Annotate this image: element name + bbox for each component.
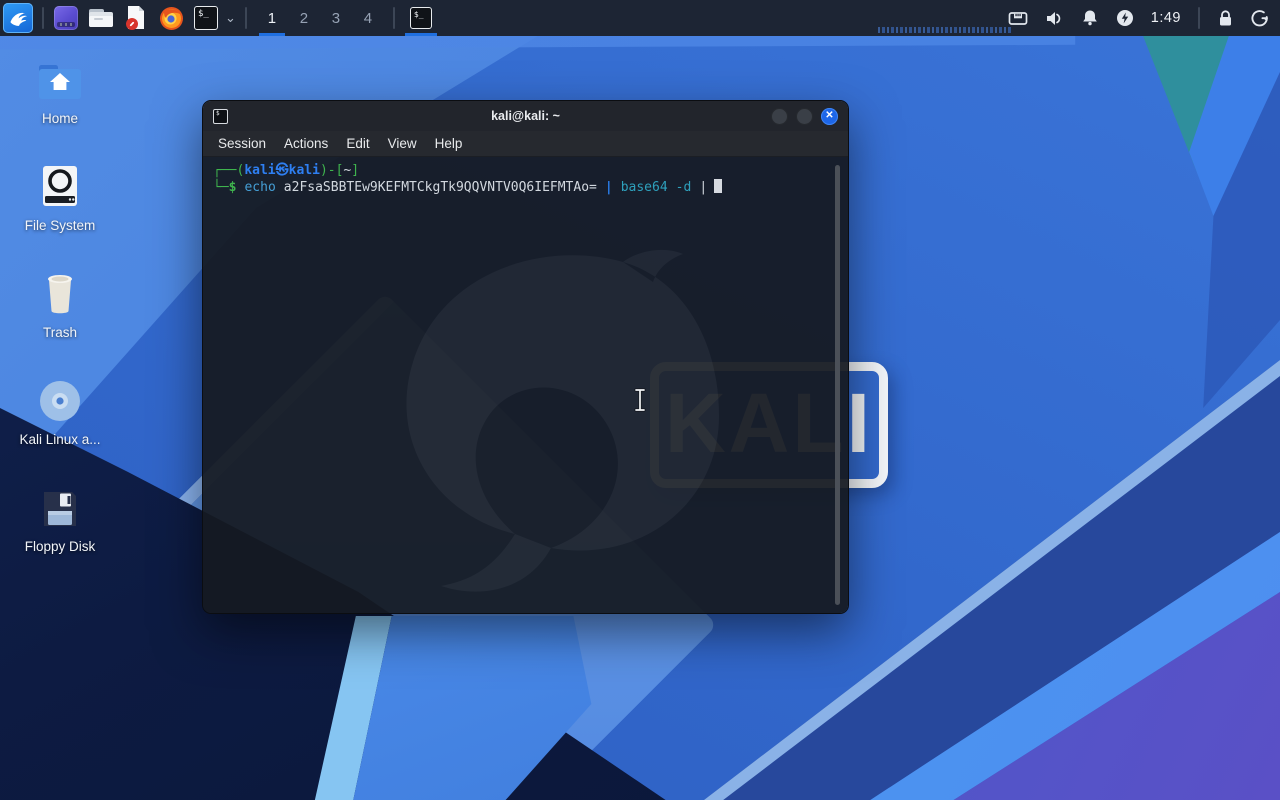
desktop-icon-file-system[interactable]: File System — [10, 159, 110, 233]
window-title: kali@kali: ~ — [491, 109, 560, 123]
kali-desktop: KALI — [0, 0, 1280, 800]
desktop-icon-label: Floppy Disk — [24, 539, 96, 554]
command-echo: echo — [244, 180, 276, 195]
panel-left-group: $_ ⌄ 1 2 3 4 $_ — [0, 0, 438, 36]
terminal-window-icon: $ — [213, 108, 228, 124]
command-argument: a2FsaSBBTEw9KEFMTCkgTk9QQVNTV0Q6IEFMTAo= — [283, 180, 597, 195]
minimize-button[interactable] — [771, 107, 788, 125]
desktop-icon-label: Kali Linux a... — [19, 432, 101, 447]
terminal-icon: $_ — [409, 7, 432, 29]
desktop-icon-label: Trash — [42, 325, 77, 340]
firefox-icon — [159, 6, 183, 30]
pipe-operator: | — [699, 180, 708, 195]
prompt-user: kali㉿kali — [244, 163, 320, 178]
workspace-4[interactable]: 4 — [352, 0, 384, 36]
menu-edit[interactable]: Edit — [337, 136, 378, 151]
menu-session[interactable]: Session — [209, 136, 275, 151]
menu-actions[interactable]: Actions — [275, 136, 337, 151]
chevron-down-icon[interactable]: ⌄ — [225, 10, 236, 26]
folder-icon — [89, 9, 113, 27]
prompt-frame: )-[ — [319, 163, 344, 178]
prompt-dollar: $ — [228, 180, 237, 195]
kali-dragon-watermark — [406, 249, 719, 592]
hard-drive-icon — [37, 159, 83, 209]
home-folder-icon — [37, 52, 83, 102]
terminal-menubar: Session Actions Edit View Help — [203, 131, 848, 157]
maximize-button[interactable] — [796, 107, 813, 125]
prompt-line-2: └─$ echo a2FsaSBBTEw9KEFMTCkgTk9QQVNTV0Q6I… — [213, 179, 826, 196]
kali-dragon-icon — [10, 12, 27, 26]
panel-separator — [244, 7, 247, 29]
flag-d: -d — [675, 180, 692, 195]
desktop-icon — [54, 6, 78, 30]
window-controls: ✕ — [771, 107, 838, 125]
terminal-icon: $_ — [194, 6, 218, 30]
terminal-cursor — [714, 179, 723, 193]
show-desktop-launcher[interactable] — [53, 5, 79, 31]
logout-icon[interactable] — [1251, 9, 1270, 28]
panel-separator — [42, 7, 44, 29]
terminal-launcher[interactable]: $_ — [193, 5, 219, 31]
clock[interactable]: 1:49 — [1151, 10, 1181, 26]
command-base64: base64 — [620, 180, 668, 195]
workspace-switcher: 1 2 3 4 — [256, 0, 384, 36]
network-icon[interactable] — [1008, 10, 1028, 27]
file-manager-launcher[interactable] — [88, 5, 114, 31]
floppy-disk-icon — [39, 480, 81, 530]
pipe-operator: | — [604, 180, 613, 195]
close-button[interactable]: ✕ — [821, 107, 838, 125]
ibeam-cursor — [634, 388, 646, 412]
taskbar-terminal-window-button[interactable]: $_ — [404, 0, 438, 36]
firefox-launcher[interactable] — [158, 5, 184, 31]
desktop-icon-kali-cd[interactable]: Kali Linux a... — [10, 373, 110, 447]
desktop-icon-label: Home — [41, 111, 78, 126]
prompt-frame: ] — [351, 163, 360, 178]
top-panel: $_ ⌄ 1 2 3 4 $_ 1:49 — [0, 0, 1280, 36]
menu-view[interactable]: View — [379, 136, 426, 151]
desktop-icon-label: File System — [24, 218, 96, 233]
wallpaper-glitch-text — [878, 27, 1012, 33]
notification-bell-icon[interactable] — [1081, 9, 1099, 27]
panel-separator — [392, 7, 395, 29]
applications-menu-button[interactable] — [3, 3, 33, 33]
terminal-window: $ kali@kali: ~ ✕ Session Actions Edit Vi… — [202, 100, 849, 614]
desktop-icon-trash[interactable]: Trash — [10, 266, 110, 340]
workspace-3[interactable]: 3 — [320, 0, 352, 36]
prompt-frame: └─ — [213, 180, 229, 195]
prompt-frame: ┌──( — [213, 163, 245, 178]
lock-screen-icon[interactable] — [1217, 9, 1234, 27]
workspace-2[interactable]: 2 — [288, 0, 320, 36]
disc-icon — [38, 373, 82, 423]
menu-help[interactable]: Help — [426, 136, 472, 151]
panel-separator — [1198, 7, 1200, 29]
workspace-1[interactable]: 1 — [256, 0, 288, 36]
desktop-icon-floppy-disk[interactable]: Floppy Disk — [10, 480, 110, 554]
power-manager-icon[interactable] — [1116, 9, 1134, 27]
terminal-scrollbar[interactable] — [835, 165, 840, 605]
document-icon — [126, 6, 144, 30]
desktop-icon-home[interactable]: Home — [10, 52, 110, 126]
system-tray: 1:49 — [1008, 0, 1280, 36]
terminal-content[interactable]: ┌──(kali㉿kali)-[~] └─$ echo a2FsaSBBTEw9KE… — [203, 157, 848, 613]
text-editor-launcher[interactable] — [123, 5, 149, 31]
prompt-line-1: ┌──(kali㉿kali)-[~] — [213, 162, 826, 179]
volume-icon[interactable] — [1045, 10, 1064, 27]
trash-bin-icon — [38, 266, 82, 316]
terminal-titlebar[interactable]: $ kali@kali: ~ ✕ — [203, 101, 848, 131]
